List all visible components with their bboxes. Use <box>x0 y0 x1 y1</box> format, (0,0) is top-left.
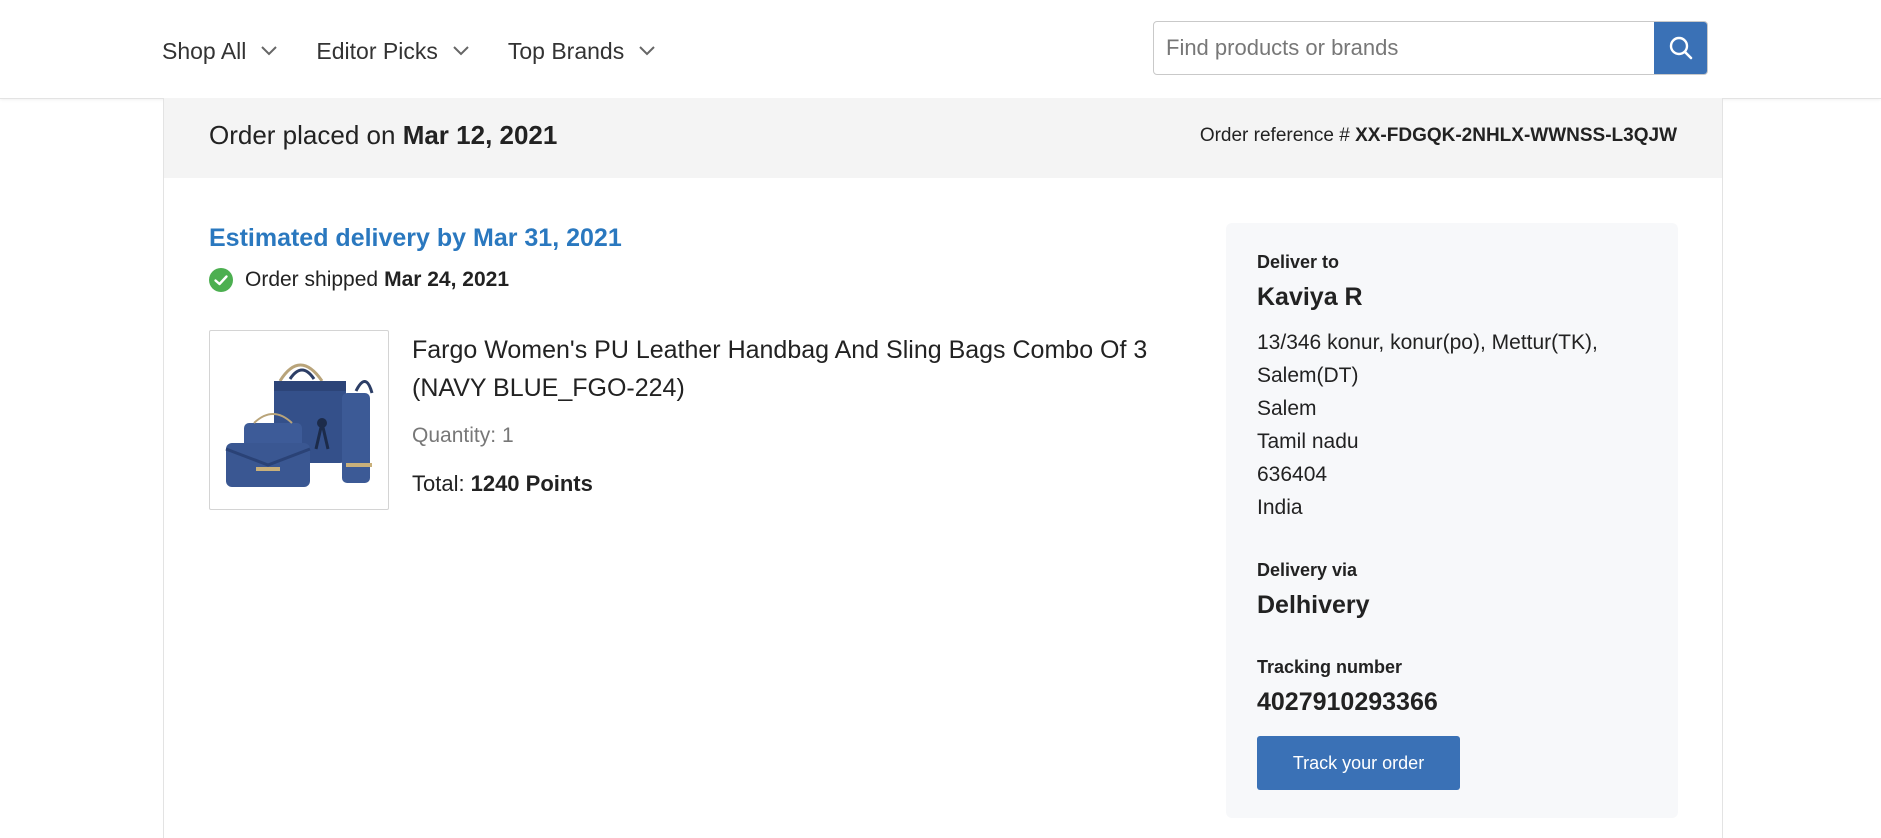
quantity-label: Quantity: <box>412 424 497 447</box>
search-icon <box>1669 36 1693 60</box>
order-card: Order placed on Mar 12, 2021 Order refer… <box>163 98 1723 838</box>
chevron-down-icon <box>453 46 469 56</box>
deliver-to-label: Deliver to <box>1257 252 1340 272</box>
search-button[interactable] <box>1654 22 1707 74</box>
order-reference: Order reference # XX-FDGQK-2NHLX-WWNSS-L… <box>1200 121 1677 151</box>
shipped-date: Mar 24, 2021 <box>384 268 510 291</box>
nav-item-label: Shop All <box>162 38 247 64</box>
recipient-name: Kaviya R <box>1257 283 1363 311</box>
address-line: 636404 <box>1257 463 1328 486</box>
shipped-label: Order shipped <box>245 268 379 291</box>
order-reference-label: Order reference # <box>1199 125 1350 146</box>
delivery-carrier: Delhivery <box>1257 591 1370 619</box>
chevron-down-icon <box>261 46 278 56</box>
top-navigation-bar: Shop All Editor Picks Top Brands <box>0 0 1881 99</box>
product-name[interactable]: Fargo Women's PU Leather Handbag And Sli… <box>412 331 1172 407</box>
tracking-number-label: Tracking number <box>1257 657 1403 677</box>
order-placed: Order placed on Mar 12, 2021 <box>209 118 557 152</box>
nav-shop-all[interactable]: Shop All <box>162 36 278 66</box>
nav-item-label: Top Brands <box>507 38 625 64</box>
track-order-button[interactable]: Track your order <box>1257 736 1460 790</box>
total-label: Total: <box>412 471 465 496</box>
address-line: Tamil nadu <box>1257 430 1359 453</box>
quantity-value: 1 <box>502 424 514 447</box>
search-box <box>1153 21 1708 75</box>
order-reference-value: XX-FDGQK-2NHLX-WWNSS-L3QJW <box>1355 125 1677 146</box>
nav-item-label: Editor Picks <box>316 38 438 64</box>
order-shipped-status: Order shipped Mar 24, 2021 <box>209 268 509 292</box>
nav-top-brands[interactable]: Top Brands <box>508 36 656 66</box>
address-line: Salem(DT) <box>1257 364 1359 387</box>
main-nav: Shop All Editor Picks Top Brands <box>162 36 694 66</box>
tracking-number: 4027910293366 <box>1257 688 1438 716</box>
order-placed-date: Mar 12, 2021 <box>402 120 558 150</box>
address-line: Salem <box>1257 397 1317 420</box>
handbag-image <box>225 363 374 487</box>
address-line: 13/346 konur, konur(po), Mettur(TK), <box>1257 331 1598 354</box>
order-placed-label: Order placed on <box>209 120 396 150</box>
product-quantity: Quantity: 1 <box>412 424 514 448</box>
delivery-via-label: Delivery via <box>1257 560 1358 580</box>
order-header: Order placed on Mar 12, 2021 Order refer… <box>164 98 1722 178</box>
address-line: India <box>1257 496 1303 519</box>
product-image[interactable] <box>209 330 389 510</box>
delivery-panel: Deliver to Kaviya R 13/346 konur, konur(… <box>1226 223 1678 818</box>
chevron-down-icon <box>639 46 655 56</box>
nav-editor-picks[interactable]: Editor Picks <box>316 36 469 66</box>
product-total: Total: 1240 Points <box>412 471 593 497</box>
estimated-delivery: Estimated delivery by Mar 31, 2021 <box>209 224 622 252</box>
check-circle-icon <box>209 268 233 292</box>
total-value: 1240 Points <box>470 471 593 496</box>
delivery-address: 13/346 konur, konur(po), Mettur(TK), Sal… <box>1257 326 1657 524</box>
search-input[interactable] <box>1154 22 1654 74</box>
